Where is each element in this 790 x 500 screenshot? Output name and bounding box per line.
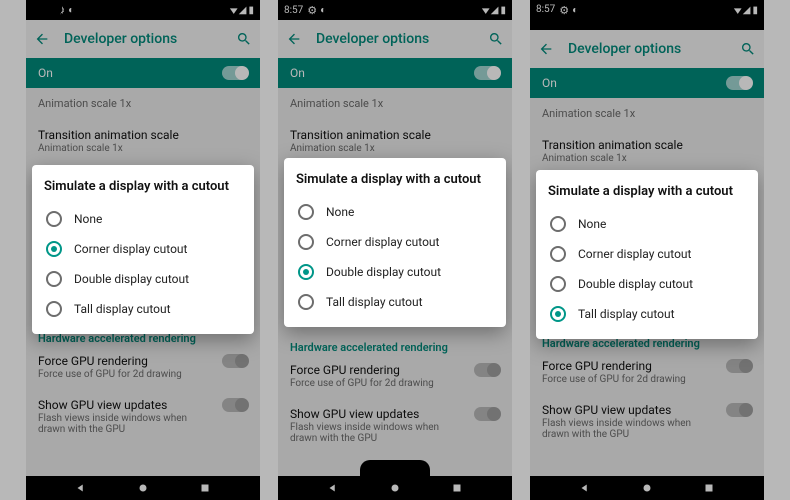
display-cutout (26, 0, 62, 20)
dialog-option-tall[interactable]: Tall display cutout (296, 287, 494, 317)
phone-screenshot: 8:57 ⚙ ◐ ▮ Developer options On Animatio… (530, 0, 764, 500)
display-cutout-bottom (360, 460, 430, 476)
radio-icon (46, 301, 62, 317)
cutout-dialog: Simulate a display with a cutout None Co… (32, 165, 254, 334)
radio-icon (550, 246, 566, 262)
dialog-option-double[interactable]: Double display cutout (44, 264, 242, 294)
dialog-option-double[interactable]: Double display cutout (548, 269, 746, 299)
radio-icon (298, 264, 314, 280)
dialog-option-tall[interactable]: Tall display cutout (548, 299, 746, 329)
dialog-option-tall[interactable]: Tall display cutout (44, 294, 242, 324)
dialog-title: Simulate a display with a cutout (296, 172, 494, 187)
radio-icon (298, 294, 314, 310)
radio-icon (550, 216, 566, 232)
radio-icon (298, 234, 314, 250)
radio-icon (46, 241, 62, 257)
radio-icon (550, 276, 566, 292)
dialog-option-corner[interactable]: Corner display cutout (548, 239, 746, 269)
dialog-option-corner[interactable]: Corner display cutout (296, 227, 494, 257)
dialog-option-none[interactable]: None (296, 197, 494, 227)
phone-screenshot: 8:57 ⚙ ◐ ▮ Developer options On Animatio… (278, 0, 512, 500)
radio-icon (550, 306, 566, 322)
dialog-option-none[interactable]: None (44, 204, 242, 234)
display-cutout (360, 0, 430, 20)
cutout-dialog: Simulate a display with a cutout None Co… (284, 158, 506, 327)
dialog-title: Simulate a display with a cutout (44, 179, 242, 194)
dialog-option-double[interactable]: Double display cutout (296, 257, 494, 287)
dialog-option-corner[interactable]: Corner display cutout (44, 234, 242, 264)
phone-screenshot: 8:55 ⚙ ◐ ▮ Developer options On (26, 0, 260, 500)
dialog-title: Simulate a display with a cutout (548, 184, 746, 199)
radio-icon (46, 211, 62, 227)
radio-icon (298, 204, 314, 220)
cutout-dialog: Simulate a display with a cutout None Co… (536, 170, 758, 339)
radio-icon (46, 271, 62, 287)
display-cutout (608, 0, 686, 30)
dialog-option-none[interactable]: None (548, 209, 746, 239)
